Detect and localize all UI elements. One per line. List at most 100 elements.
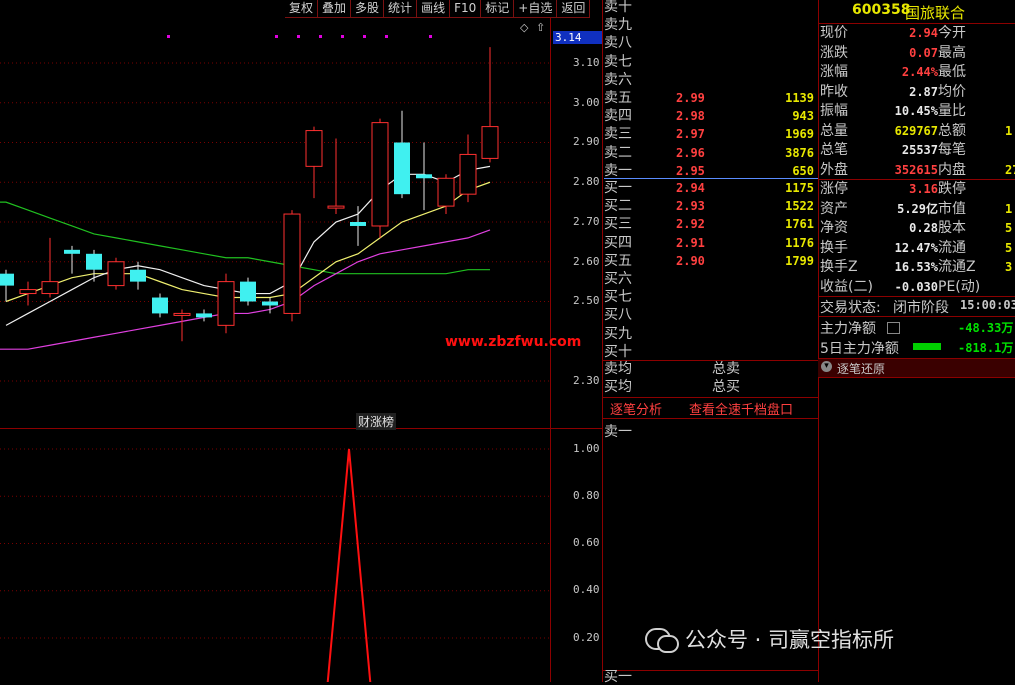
toolbar-btn-5[interactable]: F10 <box>450 0 482 18</box>
quote-label-2: 每笔 <box>938 142 966 158</box>
candle[interactable] <box>240 277 256 306</box>
bid-price: 2.90 <box>676 253 705 268</box>
bid-row[interactable]: 买七 <box>604 288 818 306</box>
ask-row[interactable]: 卖三 2.97 1969 <box>604 125 818 143</box>
bid-label: 买六 <box>604 271 632 287</box>
ask-label: 卖六 <box>604 71 632 88</box>
ask-price: 2.98 <box>676 109 705 124</box>
ask-row[interactable]: 卖八 <box>604 34 818 52</box>
bid-volume: 1175 <box>785 181 814 195</box>
candle[interactable] <box>86 249 102 282</box>
candle[interactable] <box>0 269 14 302</box>
tab-tick-analysis[interactable]: 逐笔分析 <box>610 399 662 418</box>
toolbar-btn-8[interactable]: 返回 <box>557 0 591 18</box>
main-force-value: -48.33万 <box>958 321 1014 335</box>
candle[interactable] <box>481 47 499 163</box>
toolbar-btn-0[interactable]: 复权 <box>285 0 319 18</box>
candle[interactable] <box>107 257 125 290</box>
quote-label: 外盘 <box>820 161 848 178</box>
quote-label-2: 跌停 <box>938 181 966 197</box>
candle[interactable] <box>130 261 146 290</box>
quote-label-2: 市值 <box>938 200 966 217</box>
bid-volume: 1761 <box>785 217 814 232</box>
bid-label: 买三 <box>604 216 632 233</box>
orderbook-divider <box>602 0 603 682</box>
toolbar-btn-3[interactable]: 统计 <box>384 0 418 18</box>
diamond-icon[interactable]: ◇ <box>520 21 528 34</box>
candle[interactable] <box>152 293 168 318</box>
bid-row[interactable]: 买九 <box>604 325 818 343</box>
toolbar-btn-4[interactable]: 画线 <box>417 0 451 18</box>
candle[interactable] <box>416 142 432 211</box>
quote-value-2: 3 <box>1005 260 1013 274</box>
bid-label: 买五 <box>604 252 632 269</box>
price-tick: 2.90 <box>573 135 600 148</box>
bid-row[interactable]: 买十 <box>604 343 818 361</box>
candle[interactable] <box>196 309 212 322</box>
candle[interactable] <box>173 309 191 342</box>
candle[interactable] <box>394 110 410 199</box>
ask-row[interactable]: 卖五 2.99 1139 <box>604 89 818 107</box>
candle[interactable] <box>371 118 389 238</box>
candle[interactable] <box>41 237 59 298</box>
tab-full-depth[interactable]: 查看全速千档盘口 <box>689 399 793 418</box>
bid-row[interactable]: 买三 2.92 1761 <box>604 215 818 233</box>
toolbar-btn-1[interactable]: 叠加 <box>318 0 352 18</box>
bid-label: 买九 <box>604 325 632 342</box>
quote-divider <box>818 0 819 682</box>
ask-row[interactable]: 卖十 <box>604 0 818 16</box>
bid-price: 2.92 <box>676 217 705 232</box>
quote-label-2: 最高 <box>938 44 966 61</box>
quote-label: 涨跌 <box>820 44 848 61</box>
ask-row[interactable]: 卖四 2.98 943 <box>604 107 818 125</box>
ask-row[interactable]: 卖七 <box>604 53 818 71</box>
trade-status-value: 闭市阶段 <box>893 300 949 316</box>
candle[interactable] <box>350 206 366 246</box>
candle-body <box>64 249 80 254</box>
bid-row[interactable]: 买五 2.90 1799 <box>604 252 818 270</box>
candlestick-chart[interactable] <box>0 18 550 428</box>
price-tick: 2.60 <box>573 255 600 268</box>
bid-price: 2.94 <box>676 181 705 195</box>
candle-body <box>371 122 389 227</box>
candle-body <box>86 253 102 270</box>
ask-row[interactable]: 卖九 <box>604 16 818 34</box>
quote-label-2: 股本 <box>938 220 966 236</box>
candle[interactable] <box>19 281 37 306</box>
sell-avg: 卖均 <box>604 361 632 377</box>
ask-row[interactable]: 卖六 <box>604 71 818 89</box>
ask-row[interactable]: 卖二 2.96 3876 <box>604 144 818 162</box>
signal-dot <box>167 35 170 38</box>
candle[interactable] <box>327 138 345 215</box>
candle[interactable] <box>283 210 301 322</box>
candle[interactable] <box>64 245 80 274</box>
bid-label: 买二 <box>604 198 632 215</box>
bid-row[interactable]: 买一 2.94 1175 <box>604 179 818 197</box>
price-tick: 2.30 <box>573 374 600 387</box>
ask-price: 2.97 <box>676 127 705 142</box>
indicator-chart[interactable] <box>0 430 550 682</box>
bid-row[interactable]: 买八 <box>604 306 818 324</box>
bid-label: 买十 <box>604 343 632 360</box>
quote-value-2: 5 <box>1005 221 1013 235</box>
menu-icon[interactable] <box>887 322 900 334</box>
ask-price: 2.99 <box>676 91 705 105</box>
candle[interactable] <box>459 134 477 203</box>
up-arrow-icon[interactable]: ⇧ <box>536 21 545 34</box>
chevron-down-icon[interactable]: ▾ <box>821 361 832 372</box>
quote-label: 现价 <box>820 25 848 41</box>
quote-row: 换手 12.47% 流通 5 <box>820 239 1015 259</box>
candle[interactable] <box>305 126 323 199</box>
candle-body <box>41 281 59 295</box>
toolbar-btn-7[interactable]: +自选 <box>514 0 558 18</box>
toolbar-btn-2[interactable]: 多股 <box>351 0 385 18</box>
toolbar-btn-6[interactable]: 标记 <box>481 0 515 18</box>
tick-restore-bar[interactable]: ▾ 逐笔还原 <box>818 358 1015 378</box>
indicator-tick: 1.00 <box>573 442 600 455</box>
bid-row[interactable]: 买二 2.93 1522 <box>604 197 818 215</box>
bid-row[interactable]: 买六 <box>604 270 818 288</box>
candle[interactable] <box>217 273 235 334</box>
bid-row[interactable]: 买四 2.91 1176 <box>604 234 818 252</box>
quote-value-2: 1 <box>1005 201 1013 216</box>
ask-volume: 943 <box>792 109 814 124</box>
